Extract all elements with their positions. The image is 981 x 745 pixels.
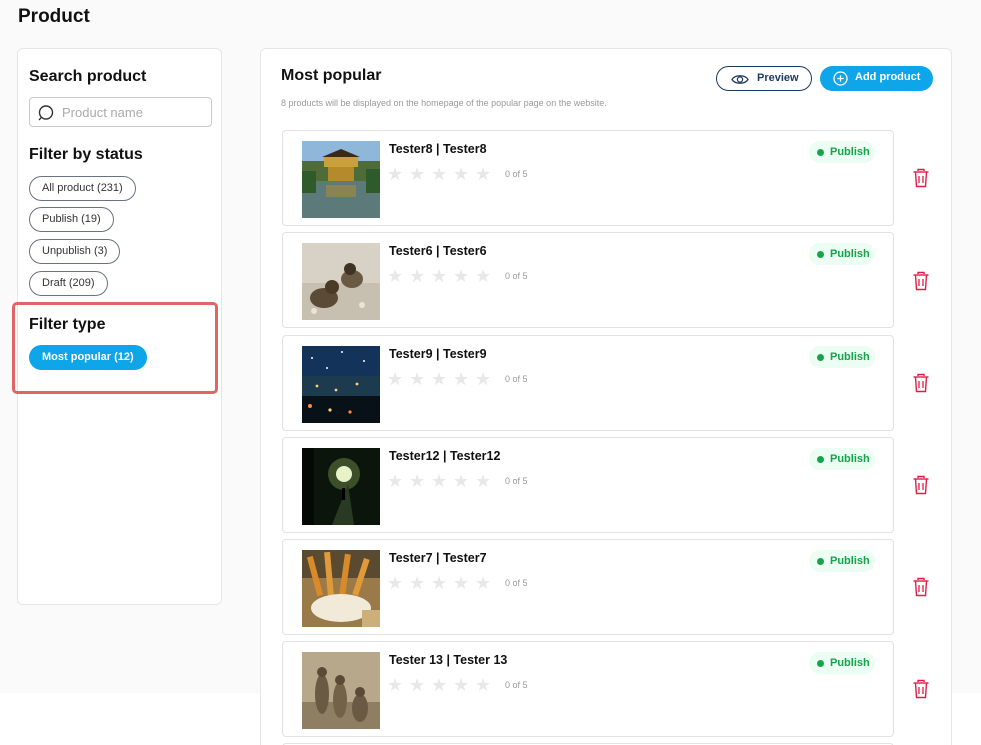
star-icon: ★ [409, 369, 426, 389]
star-icon: ★ [409, 675, 426, 695]
star-icon: ★ [453, 266, 470, 286]
add-product-label: Add product [855, 71, 921, 83]
star-icon: ★ [453, 164, 470, 184]
status-filter-publish[interactable]: Publish (19) [29, 207, 114, 232]
section-title: Most popular [281, 67, 382, 84]
star-icon: ★ [387, 675, 404, 695]
status-dot-icon [817, 660, 824, 667]
plus-circle-icon [833, 71, 848, 86]
status-badge: Publish [809, 243, 875, 265]
trash-icon[interactable] [912, 577, 930, 597]
star-icon: ★ [475, 471, 492, 491]
trash-icon[interactable] [912, 168, 930, 188]
search-input[interactable] [62, 103, 202, 121]
section-subtitle: 8 products will be displayed on the home… [281, 98, 607, 108]
product-thumbnail-night-street [302, 448, 380, 525]
status-dot-icon [817, 251, 824, 258]
star-icon: ★ [475, 164, 492, 184]
star-icon: ★ [453, 675, 470, 695]
rating-text: 0 of 5 [505, 680, 528, 690]
filter-by-status-title: Filter by status [29, 146, 143, 163]
product-name: Tester 13 | Tester 13 [389, 653, 508, 667]
product-name: Tester12 | Tester12 [389, 449, 501, 463]
rating-text: 0 of 5 [505, 578, 528, 588]
product-thumbnail-night-city [302, 346, 380, 423]
status-dot-icon [817, 456, 824, 463]
rating-text: 0 of 5 [505, 374, 528, 384]
search-product-title: Search product [29, 68, 147, 85]
status-dot-icon [817, 354, 824, 361]
status-filter-draft[interactable]: Draft (209) [29, 271, 108, 296]
star-icon: ★ [475, 675, 492, 695]
star-icon: ★ [387, 573, 404, 593]
product-thumbnail-meerkats [302, 652, 380, 729]
star-icon: ★ [475, 266, 492, 286]
status-dot-icon [817, 149, 824, 156]
status-filter-all[interactable]: All product (231) [29, 176, 136, 201]
star-icon: ★ [431, 164, 448, 184]
status-label: Publish [830, 657, 870, 669]
preview-label: Preview [757, 72, 799, 84]
star-icon: ★ [387, 164, 404, 184]
star-icon: ★ [387, 266, 404, 286]
product-card[interactable]: Tester8 | Tester8 ★ ★ ★ ★ ★ 0 of 5 Publi… [282, 130, 894, 226]
product-thumbnail-golden-pavilion [302, 141, 380, 218]
product-card[interactable]: Tester12 | Tester12 ★ ★ ★ ★ ★ 0 of 5 Pub… [282, 437, 894, 533]
status-label: Publish [830, 453, 870, 465]
status-dot-icon [817, 558, 824, 565]
star-icon: ★ [431, 471, 448, 491]
product-card[interactable]: Tester7 | Tester7 ★ ★ ★ ★ ★ 0 of 5 Publi… [282, 539, 894, 635]
search-icon [38, 105, 54, 121]
status-label: Publish [830, 555, 870, 567]
star-icon: ★ [475, 369, 492, 389]
star-icon: ★ [387, 471, 404, 491]
product-name: Tester9 | Tester9 [389, 347, 487, 361]
product-card[interactable]: Tester9 | Tester9 ★ ★ ★ ★ ★ 0 of 5 Publi… [282, 335, 894, 431]
trash-icon[interactable] [912, 271, 930, 291]
star-icon: ★ [409, 164, 426, 184]
rating-text: 0 of 5 [505, 169, 528, 179]
status-badge: Publish [809, 346, 875, 368]
product-name: Tester6 | Tester6 [389, 244, 487, 258]
page-title: Product [18, 6, 90, 27]
preview-button[interactable]: Preview [716, 66, 812, 91]
status-badge: Publish [809, 652, 875, 674]
star-icon: ★ [453, 471, 470, 491]
star-icon: ★ [431, 675, 448, 695]
status-label: Publish [830, 146, 870, 158]
status-badge: Publish [809, 448, 875, 470]
product-name: Tester8 | Tester8 [389, 142, 487, 156]
rating-text: 0 of 5 [505, 476, 528, 486]
add-product-button[interactable]: Add product [820, 66, 933, 91]
search-box[interactable] [29, 97, 212, 127]
status-badge: Publish [809, 141, 875, 163]
trash-icon[interactable] [912, 373, 930, 393]
star-icon: ★ [431, 369, 448, 389]
product-thumbnail-ducklings [302, 243, 380, 320]
star-icon: ★ [475, 573, 492, 593]
star-icon: ★ [431, 573, 448, 593]
star-icon: ★ [453, 369, 470, 389]
star-icon: ★ [453, 573, 470, 593]
star-icon: ★ [409, 266, 426, 286]
trash-icon[interactable] [912, 475, 930, 495]
star-icon: ★ [387, 369, 404, 389]
star-icon: ★ [409, 471, 426, 491]
status-label: Publish [830, 351, 870, 363]
eye-icon [731, 75, 749, 84]
trash-icon[interactable] [912, 679, 930, 699]
product-card[interactable]: Tester 13 | Tester 13 ★ ★ ★ ★ ★ 0 of 5 P… [282, 641, 894, 737]
star-icon: ★ [431, 266, 448, 286]
status-label: Publish [830, 248, 870, 260]
main-panel: Most popular 8 products will be displaye… [260, 48, 952, 745]
status-badge: Publish [809, 550, 875, 572]
rating-text: 0 of 5 [505, 271, 528, 281]
filter-type-highlight [12, 302, 218, 394]
star-icon: ★ [409, 573, 426, 593]
product-name: Tester7 | Tester7 [389, 551, 487, 565]
product-thumbnail-churros [302, 550, 380, 627]
status-filter-unpublish[interactable]: Unpublish (3) [29, 239, 121, 264]
product-card[interactable]: Tester6 | Tester6 ★ ★ ★ ★ ★ 0 of 5 Publi… [282, 232, 894, 328]
